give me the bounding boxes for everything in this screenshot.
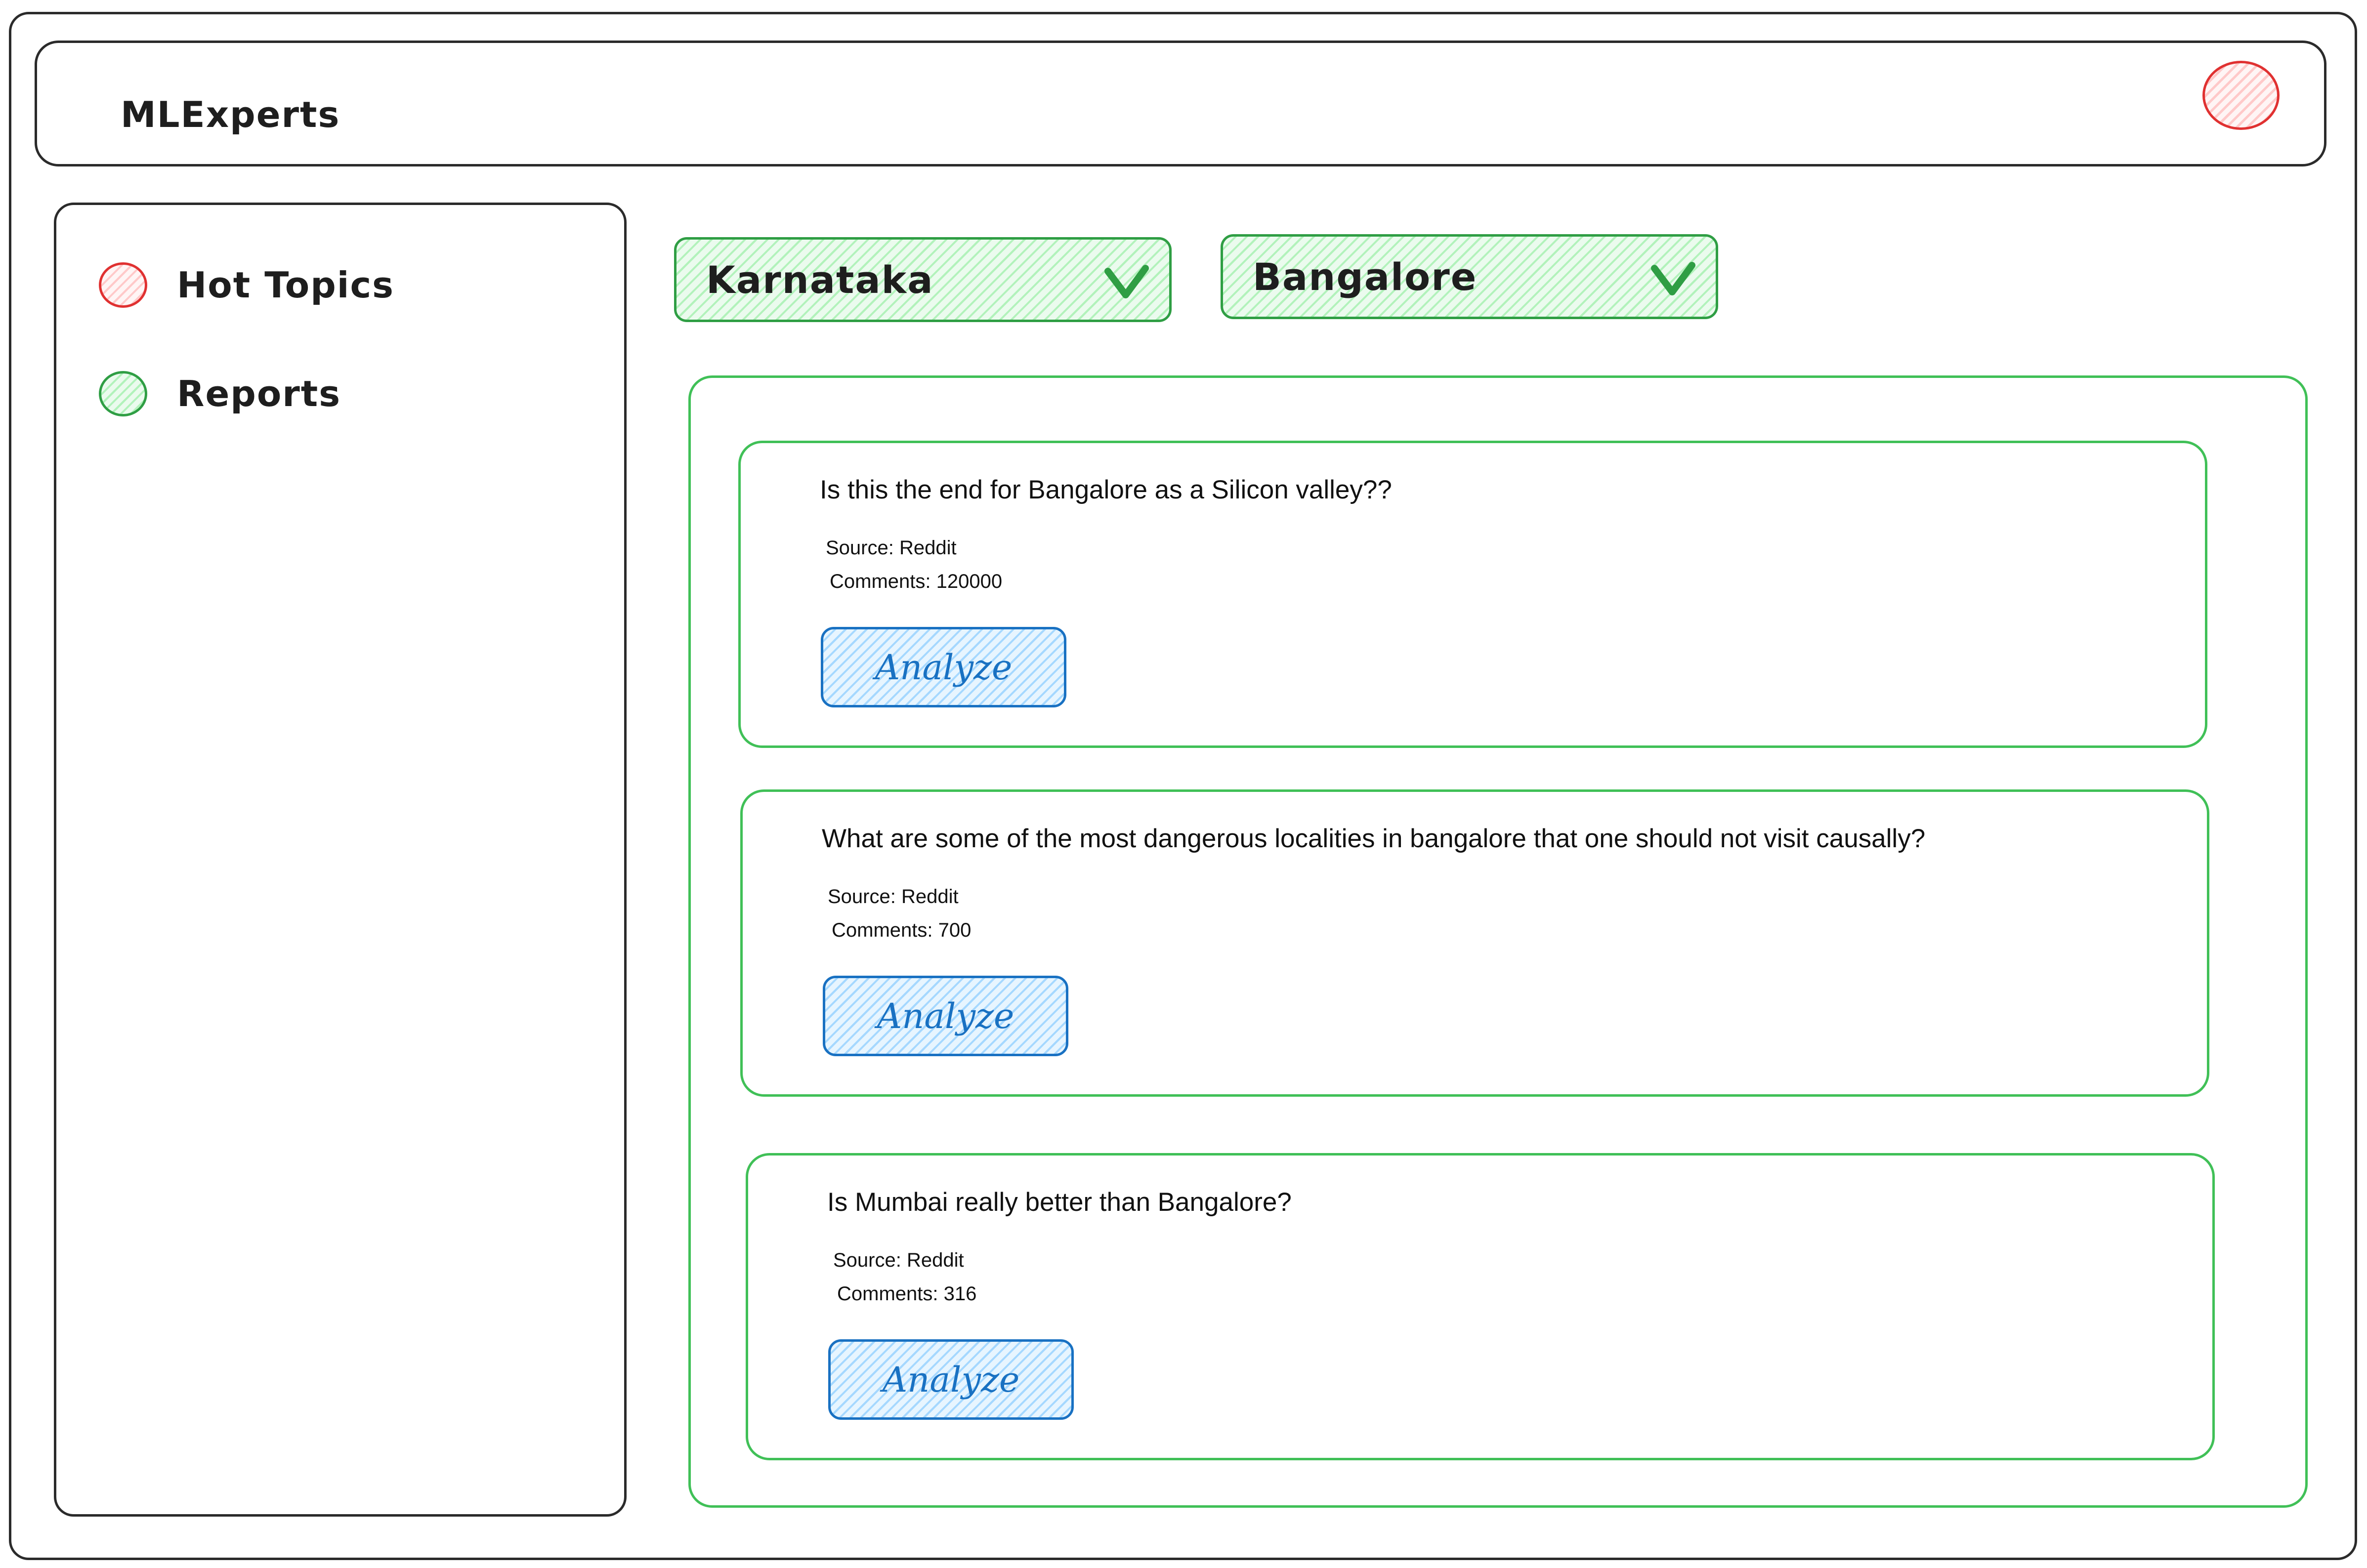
- state-dropdown-value: Karnataka: [706, 257, 934, 302]
- state-dropdown[interactable]: Karnataka: [674, 237, 1172, 322]
- post-source: Source: Reddit: [826, 537, 957, 559]
- post-card: Is Mumbai really better than Bangalore? …: [746, 1153, 2215, 1460]
- app-title: MLExperts: [121, 94, 340, 135]
- post-question: Is this the end for Bangalore as a Silic…: [820, 475, 1392, 504]
- analyze-button[interactable]: Analyze: [823, 976, 1068, 1056]
- analyze-button[interactable]: Analyze: [828, 1339, 1074, 1420]
- analyze-button[interactable]: Analyze: [821, 627, 1066, 707]
- city-dropdown[interactable]: Bangalore: [1221, 234, 1718, 319]
- post-comments: Comments: 700: [832, 919, 972, 941]
- green-circle-icon: [99, 371, 147, 416]
- sidebar-item-hot-topics[interactable]: Hot Topics: [99, 258, 394, 312]
- post-question: Is Mumbai really better than Bangalore?: [827, 1188, 1292, 1217]
- post-comments: Comments: 120000: [830, 571, 1003, 592]
- chevron-down-icon: [1104, 265, 1149, 298]
- post-comments: Comments: 316: [837, 1283, 977, 1305]
- user-avatar[interactable]: [2202, 61, 2280, 130]
- city-dropdown-value: Bangalore: [1253, 254, 1478, 299]
- post-card: Is this the end for Bangalore as a Silic…: [738, 441, 2207, 748]
- chevron-down-icon: [1651, 262, 1695, 295]
- post-card: What are some of the most dangerous loca…: [740, 789, 2209, 1097]
- sidebar-item-label: Hot Topics: [177, 264, 394, 306]
- post-question: What are some of the most dangerous loca…: [822, 824, 1926, 853]
- top-bar: [35, 41, 2326, 166]
- sidebar-item-reports[interactable]: Reports: [99, 367, 341, 421]
- post-source: Source: Reddit: [828, 886, 959, 908]
- red-circle-icon: [99, 262, 147, 308]
- post-source: Source: Reddit: [833, 1249, 964, 1271]
- sidebar-item-label: Reports: [177, 373, 341, 414]
